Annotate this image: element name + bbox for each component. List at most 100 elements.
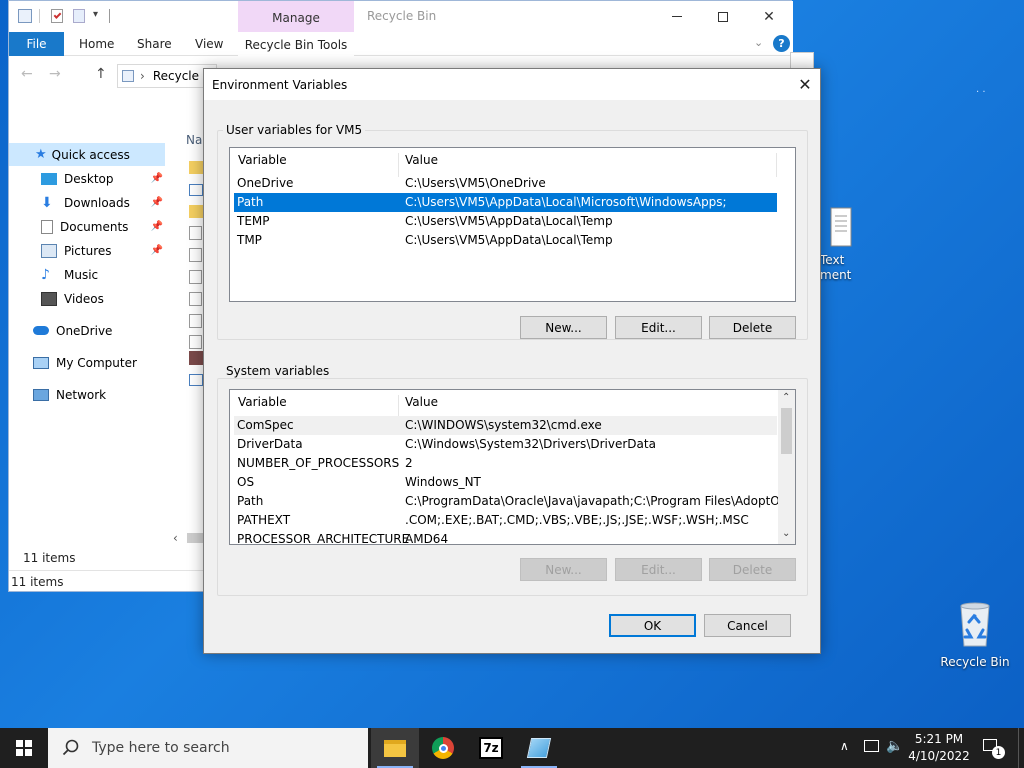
- taskbar-file-explorer[interactable]: [371, 728, 419, 768]
- settings-file-icon[interactable]: [189, 226, 202, 240]
- system-clock[interactable]: 5:21 PM 4/10/2022: [906, 731, 972, 765]
- column-header-variable[interactable]: Variable: [238, 395, 287, 409]
- settings-file-icon[interactable]: [189, 314, 202, 328]
- navigation-pane: ★ Quick access Desktop 📌 ⬇ Downloads 📌 D…: [9, 129, 169, 429]
- scroll-down-arrow-icon[interactable]: ⌄: [782, 528, 790, 539]
- volume-tray-icon[interactable]: 🔈: [886, 738, 903, 754]
- address-bar[interactable]: › Recycle B: [117, 64, 217, 88]
- column-header-variable[interactable]: Variable: [238, 153, 287, 167]
- back-arrow-icon[interactable]: ←: [21, 66, 33, 82]
- pin-icon[interactable]: 📌: [151, 173, 163, 184]
- tab-recycle-bin-tools[interactable]: Recycle Bin Tools: [238, 32, 354, 56]
- tab-view[interactable]: View: [195, 32, 223, 56]
- tab-manage[interactable]: Manage Recycle Bin Tools: [238, 1, 354, 56]
- sidebar-item-my-computer[interactable]: My Computer: [9, 351, 167, 374]
- user-variable-row[interactable]: OneDrive C:\Users\VM5\OneDrive: [234, 174, 777, 193]
- start-button[interactable]: [0, 728, 48, 768]
- settings-file-icon[interactable]: [189, 248, 202, 262]
- system-new-button[interactable]: New...: [520, 558, 607, 581]
- scroll-left-arrow-icon[interactable]: ‹: [173, 531, 178, 545]
- taskbar-notepad[interactable]: [515, 728, 563, 768]
- column-header-value[interactable]: Value: [405, 153, 438, 167]
- music-note-icon: ♪: [41, 266, 50, 283]
- column-header-value[interactable]: Value: [405, 395, 438, 409]
- download-arrow-icon: ⬇: [41, 194, 53, 211]
- up-arrow-icon[interactable]: ↑: [95, 66, 107, 82]
- customize-toolbar-icon[interactable]: ▾: [93, 9, 98, 20]
- settings-file-icon[interactable]: [189, 292, 202, 306]
- system-variable-row[interactable]: ComSpec C:\WINDOWS\system32\cmd.exe: [234, 416, 777, 435]
- tab-share[interactable]: Share: [137, 32, 172, 56]
- user-variable-row-selected[interactable]: Path C:\Users\VM5\AppData\Local\Microsof…: [234, 193, 777, 212]
- ribbon-expand-icon[interactable]: ⌄: [754, 36, 763, 49]
- user-new-button[interactable]: New...: [520, 316, 607, 339]
- system-variable-row[interactable]: NUMBER_OF_PROCESSORS 2: [234, 454, 777, 473]
- sidebar-item-pictures[interactable]: Pictures 📌: [9, 239, 167, 262]
- tab-home[interactable]: Home: [79, 32, 114, 56]
- user-variable-row[interactable]: TMP C:\Users\VM5\AppData\Local\Temp: [234, 231, 777, 250]
- sidebar-item-music[interactable]: ♪ Music: [9, 263, 167, 286]
- system-variables-label: System variables: [223, 364, 333, 378]
- taskbar-7zip[interactable]: 7z: [467, 728, 515, 768]
- separator: [39, 9, 40, 23]
- dialog-close-button[interactable]: ✕: [790, 69, 820, 100]
- user-edit-button[interactable]: Edit...: [615, 316, 702, 339]
- pin-icon[interactable]: 📌: [151, 221, 163, 232]
- action-center-button[interactable]: 1: [980, 737, 1005, 759]
- system-list-scrollbar[interactable]: ⌃ ⌄: [778, 390, 795, 544]
- folder-icon[interactable]: [189, 205, 203, 218]
- window-file-icon[interactable]: [189, 374, 203, 386]
- system-variable-row[interactable]: PROCESSOR_ARCHITECTURE AMD64: [234, 530, 777, 544]
- dialog-title: Environment Variables: [212, 77, 348, 92]
- system-edit-button[interactable]: Edit...: [615, 558, 702, 581]
- cancel-button[interactable]: Cancel: [704, 614, 791, 637]
- scroll-up-arrow-icon[interactable]: ⌃: [782, 392, 790, 403]
- network-tray-icon[interactable]: [864, 740, 879, 752]
- window-file-icon[interactable]: [189, 184, 203, 196]
- user-variables-list[interactable]: Variable Value OneDrive C:\Users\VM5\One…: [229, 147, 796, 302]
- taskbar-search-box[interactable]: Type here to search: [48, 728, 368, 768]
- properties-icon[interactable]: [51, 9, 63, 23]
- folder-icon[interactable]: [189, 161, 203, 174]
- sidebar-item-onedrive[interactable]: OneDrive: [9, 319, 167, 342]
- sidebar-item-network[interactable]: Network: [9, 383, 167, 406]
- close-button[interactable]: ✕: [746, 1, 792, 32]
- system-variable-row[interactable]: Path C:\ProgramData\Oracle\Java\javapath…: [234, 492, 795, 511]
- desktop-recycle-bin[interactable]: Recycle Bin: [937, 600, 1013, 670]
- show-desktop-button[interactable]: [1018, 728, 1024, 768]
- image-file-icon[interactable]: [189, 351, 203, 365]
- system-variable-row[interactable]: PATHEXT .COM;.EXE;.BAT;.CMD;.VBS;.VBE;.J…: [234, 511, 777, 530]
- sidebar-item-videos[interactable]: Videos: [9, 287, 167, 310]
- maximize-button[interactable]: [700, 1, 746, 32]
- settings-file-icon[interactable]: [189, 335, 202, 349]
- settings-file-icon[interactable]: [189, 270, 202, 284]
- sidebar-item-downloads[interactable]: ⬇ Downloads 📌: [9, 191, 167, 214]
- recycle-bin-icon: [960, 602, 990, 647]
- system-delete-button[interactable]: Delete: [709, 558, 796, 581]
- sidebar-item-quick-access[interactable]: ★ Quick access: [9, 143, 165, 166]
- taskbar-chrome[interactable]: [419, 728, 467, 768]
- text-document-icon: [830, 207, 852, 247]
- system-variable-row[interactable]: DriverData C:\Windows\System32\Drivers\D…: [234, 435, 777, 454]
- tab-file[interactable]: File: [9, 32, 64, 56]
- environment-variables-dialog: Environment Variables ✕ User variables f…: [203, 68, 821, 654]
- user-variable-row[interactable]: TEMP C:\Users\VM5\AppData\Local\Temp: [234, 212, 777, 231]
- scrollbar-thumb[interactable]: [781, 408, 792, 454]
- search-icon: [62, 739, 79, 756]
- ok-button[interactable]: OK: [609, 614, 696, 637]
- sidebar-item-desktop[interactable]: Desktop 📌: [9, 167, 167, 190]
- forward-arrow-icon[interactable]: →: [49, 66, 61, 82]
- help-icon[interactable]: ?: [773, 35, 790, 52]
- status-item-count: 11 items: [23, 551, 76, 565]
- system-variable-row[interactable]: OS Windows_NT: [234, 473, 777, 492]
- sidebar-item-documents[interactable]: Documents 📌: [9, 215, 167, 238]
- minimize-button[interactable]: [654, 1, 700, 32]
- show-hidden-icons-chevron-icon[interactable]: ∧: [840, 739, 849, 753]
- pin-icon[interactable]: 📌: [151, 197, 163, 208]
- separator: [109, 9, 110, 23]
- new-folder-icon[interactable]: [73, 9, 85, 23]
- user-delete-button[interactable]: Delete: [709, 316, 796, 339]
- dialog-title-bar[interactable]: Environment Variables: [204, 69, 820, 100]
- system-variables-list[interactable]: Variable Value ComSpec C:\WINDOWS\system…: [229, 389, 796, 545]
- pin-icon[interactable]: 📌: [151, 245, 163, 256]
